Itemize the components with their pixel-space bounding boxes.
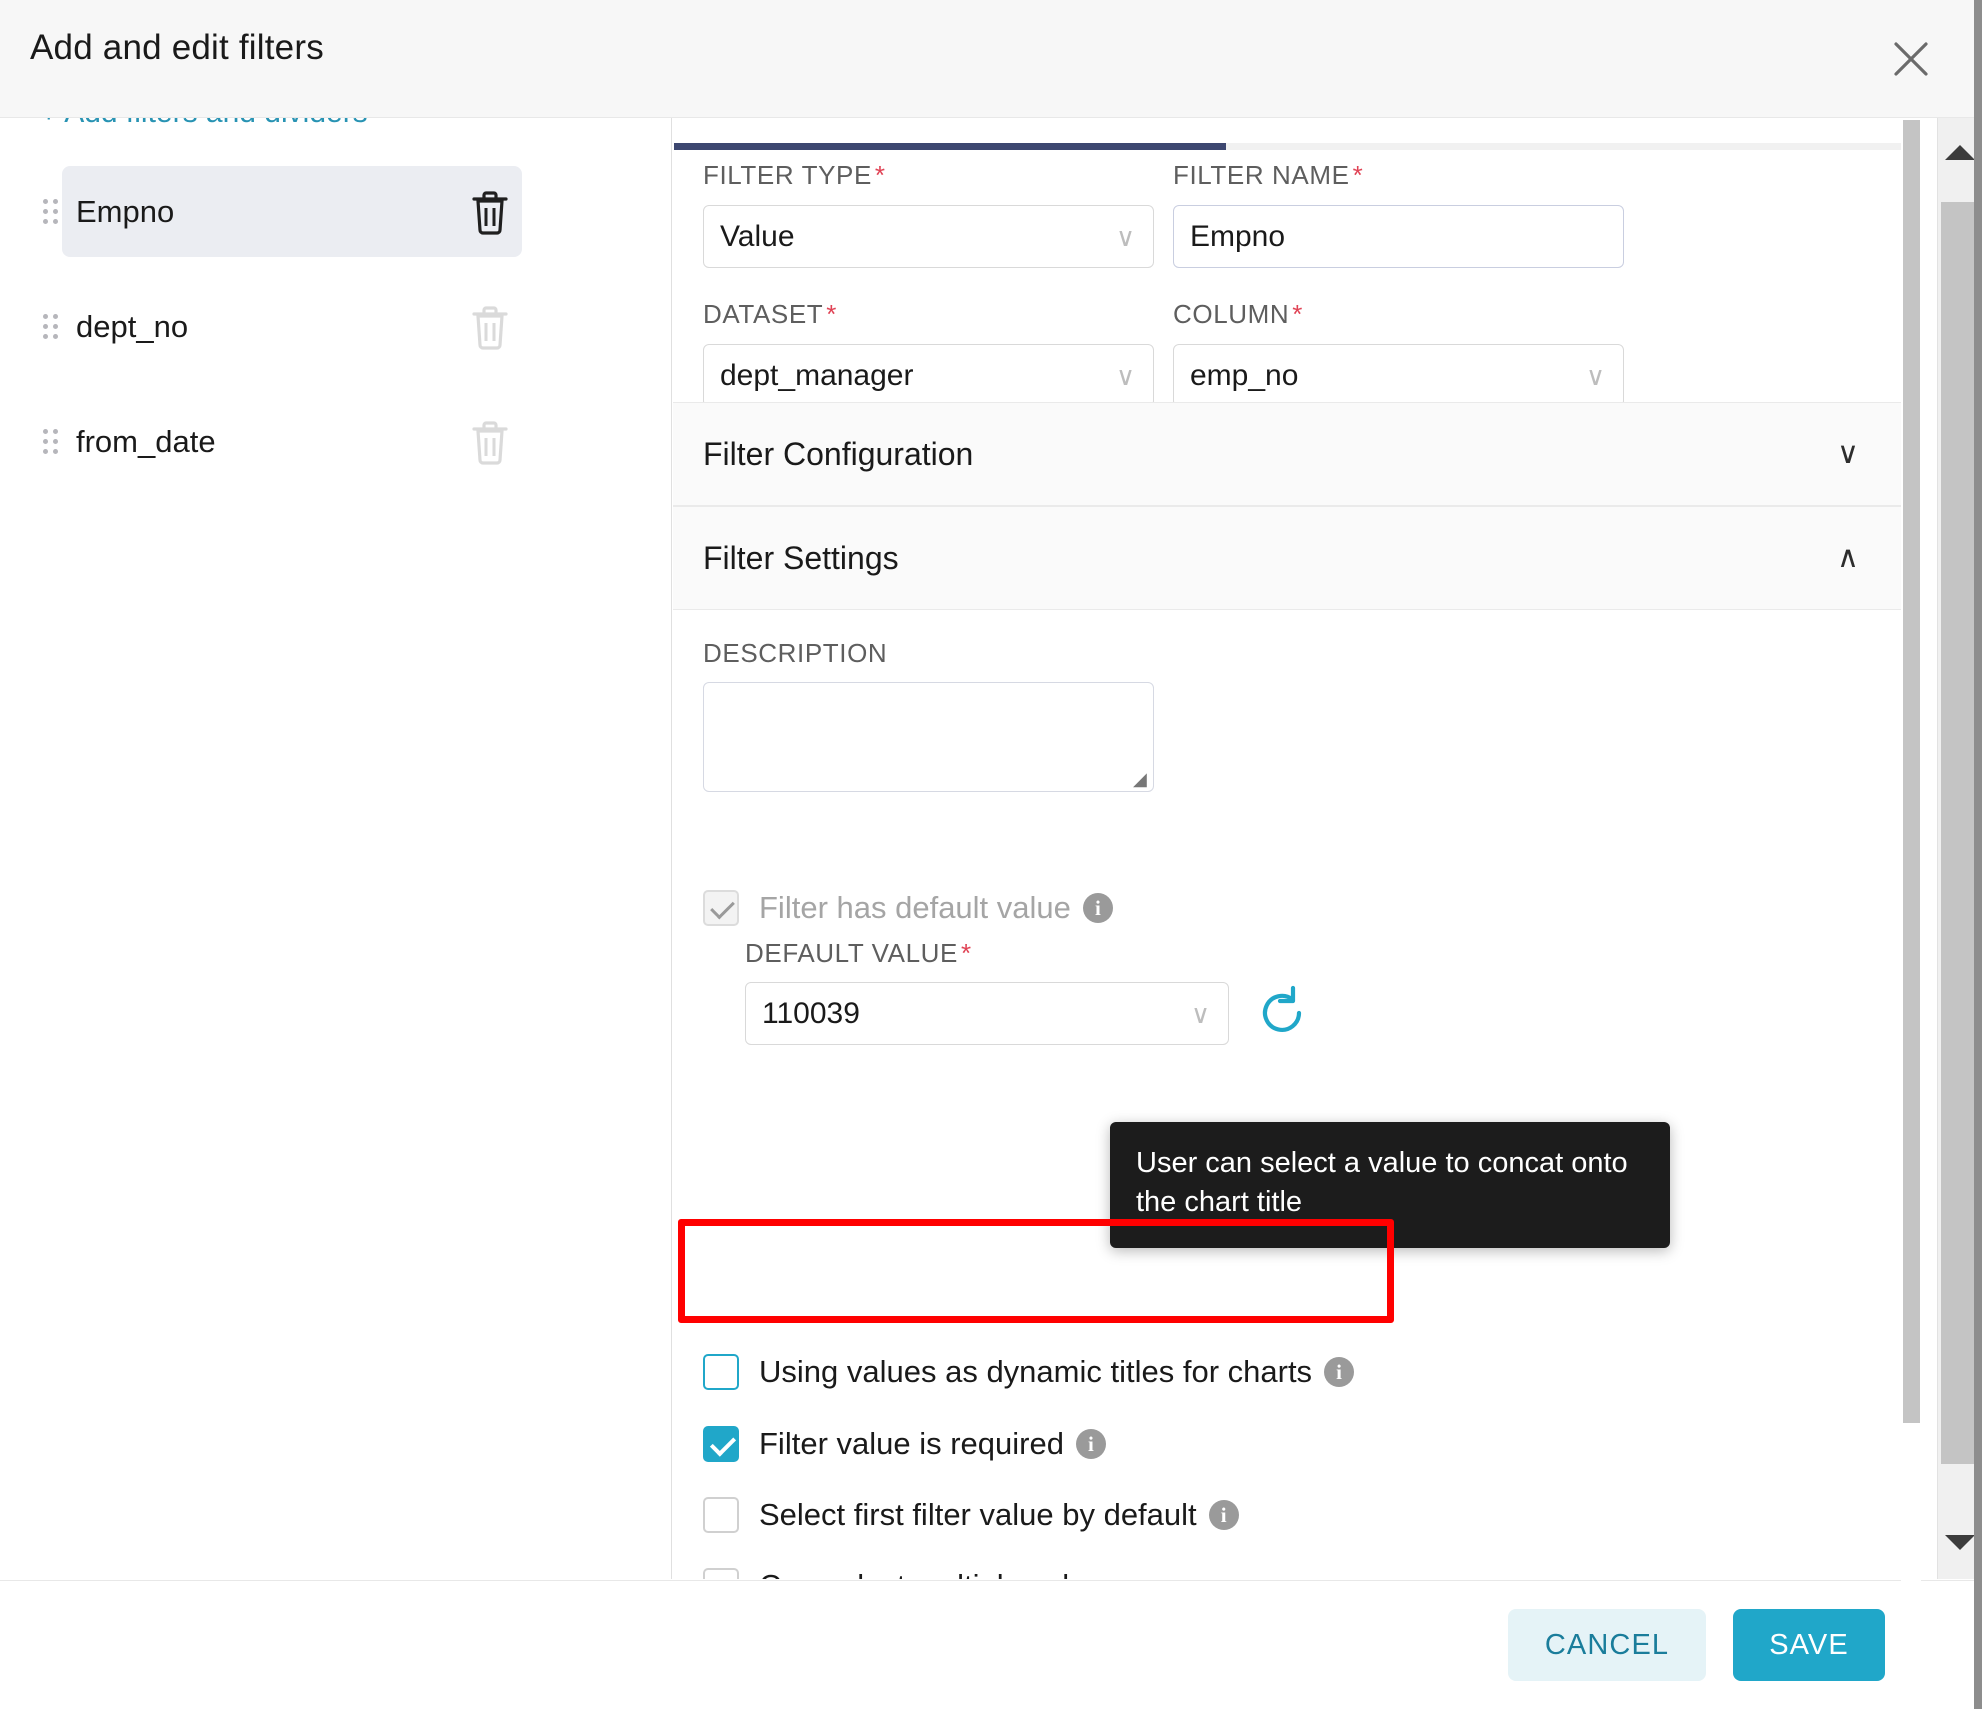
add-edit-filters-modal: Add and edit filters + Add filters and d… — [0, 0, 1982, 1709]
label-text: FILTER NAME — [1173, 160, 1350, 190]
sidebar-item-label: dept_no — [76, 308, 189, 344]
info-icon[interactable]: i — [1208, 1500, 1239, 1530]
field-label: FILTER TYPE * — [703, 160, 1154, 191]
checkbox-select-first-filter-value-by-default[interactable] — [703, 1497, 739, 1533]
checkbox-filter-has-default-value — [703, 890, 739, 926]
inner-scrollbar-thumb[interactable] — [1903, 120, 1920, 1423]
filter-name-field[interactable] — [1173, 205, 1624, 268]
sidebar-item-empno[interactable]: Empno — [0, 166, 671, 257]
drag-handle-icon[interactable] — [43, 428, 59, 455]
tooltip: User can select a value to concat onto t… — [1110, 1122, 1670, 1249]
dataset-select[interactable]: dept_manager ∨ — [703, 344, 1154, 407]
checkbox-row-filter-value-required[interactable]: Filter value is required i — [703, 1422, 1106, 1466]
resize-grip-icon[interactable]: ◢ — [1133, 770, 1149, 788]
modal-header: Add and edit filters — [0, 0, 1982, 118]
trash-icon[interactable] — [470, 419, 510, 465]
checkbox-label: Using values as dynamic titles for chart… — [759, 1354, 1313, 1389]
save-button[interactable]: SAVE — [1733, 1609, 1885, 1681]
sidebar-item-dept-no[interactable]: dept_no — [0, 281, 671, 372]
close-icon[interactable] — [1880, 28, 1942, 90]
cancel-button[interactable]: CANCEL — [1508, 1609, 1706, 1681]
panel-filter-settings[interactable]: Filter Settings ∧ — [673, 506, 1901, 610]
checkbox-row-filter-has-default-value[interactable]: Filter has default value i — [703, 886, 1113, 930]
description-label: DESCRIPTION — [703, 638, 888, 668]
checkbox-using-values-as-dynamic-titles[interactable] — [703, 1354, 739, 1390]
trash-icon[interactable] — [470, 304, 510, 350]
field-label: DATASET * — [703, 299, 1154, 330]
add-filters-and-dividers-link[interactable]: + Add filters and dividers — [40, 118, 368, 130]
label-text: FILTER TYPE — [703, 160, 872, 190]
chevron-down-icon: ∨ — [1115, 221, 1135, 252]
label-text: DATASET — [703, 299, 824, 329]
sidebar-item-label: from_date — [76, 423, 216, 459]
progress-fill — [674, 143, 1227, 150]
progress-track — [674, 143, 1901, 150]
trash-icon[interactable] — [470, 189, 510, 235]
panel-title: Filter Configuration — [703, 435, 974, 472]
checkbox-row-select-first-value[interactable]: Select first filter value by default i — [703, 1493, 1239, 1537]
checkbox-can-select-multiple-values[interactable] — [703, 1568, 739, 1579]
field-label: COLUMN * — [1173, 299, 1624, 330]
sidebar-item-from-date[interactable]: from_date — [0, 396, 671, 487]
field-label: FILTER NAME * — [1173, 160, 1624, 191]
chevron-down-icon: ∨ — [1190, 998, 1210, 1029]
info-icon[interactable]: i — [1082, 893, 1113, 923]
field-filter-name: FILTER NAME * — [1173, 160, 1624, 268]
dataset-value: dept_manager — [720, 358, 914, 392]
chevron-down-icon: ∨ — [1837, 437, 1859, 470]
required-marker: * — [960, 938, 972, 968]
required-marker: * — [1292, 299, 1303, 329]
field-column: COLUMN * emp_no ∨ — [1173, 299, 1624, 407]
window-right-edge — [1974, 0, 1982, 1709]
filter-name-input[interactable] — [1190, 219, 1607, 254]
required-marker: * — [1352, 160, 1364, 190]
column-select[interactable]: emp_no ∨ — [1173, 344, 1624, 407]
info-icon[interactable]: i — [1075, 1429, 1106, 1459]
checkbox-label: Filter value is required — [759, 1426, 1064, 1461]
required-marker: * — [826, 299, 837, 329]
filter-type-value: Value — [720, 219, 795, 253]
chevron-down-icon: ∨ — [1115, 360, 1135, 391]
chevron-up-icon: ∧ — [1837, 541, 1859, 574]
panel-title: Filter Settings — [703, 539, 899, 576]
filter-editor-pane: FILTER TYPE* Value ∨ FILTER NAME* DATASE… — [673, 118, 1901, 1579]
default-value-text: 110039 — [762, 996, 860, 1030]
drag-handle-icon[interactable] — [43, 198, 59, 225]
checkbox-label: Filter has default value — [759, 890, 1071, 925]
field-dataset: DATASET * dept_manager ∨ — [703, 299, 1154, 407]
page-title: Add and edit filters — [30, 28, 324, 67]
sidebar-item-label: Empno — [76, 193, 175, 229]
default-value-select[interactable]: 110039 ∨ — [745, 982, 1229, 1045]
modal-body: + Add filters and dividers Empno — [0, 118, 1982, 1697]
label-text: COLUMN — [1173, 299, 1290, 329]
description-textarea[interactable]: ◢ — [703, 682, 1154, 792]
filters-sidebar: + Add filters and dividers Empno — [0, 118, 672, 1579]
checkbox-label: Can select multiple values — [759, 1568, 1119, 1579]
checkbox-row-multiple-values[interactable]: Can select multiple values — [703, 1564, 1119, 1579]
panel-filter-configuration[interactable]: Filter Configuration ∨ — [673, 402, 1901, 506]
label-text: DEFAULT VALUE — [745, 938, 958, 968]
checkbox-label: Select first filter value by default — [759, 1497, 1197, 1532]
chevron-down-icon: ∨ — [1585, 360, 1605, 391]
default-value-label: DEFAULT VALUE * — [745, 938, 972, 969]
info-icon[interactable]: i — [1324, 1357, 1355, 1387]
required-marker: * — [874, 160, 886, 190]
field-filter-type: FILTER TYPE * Value ∨ — [703, 160, 1154, 268]
filter-list: Empno dept_no from_date — [0, 166, 671, 511]
checkbox-filter-value-is-required[interactable] — [703, 1426, 739, 1462]
refresh-icon[interactable] — [1253, 982, 1311, 1040]
drag-handle-icon[interactable] — [43, 313, 59, 340]
filter-type-select[interactable]: Value ∨ — [703, 205, 1154, 268]
column-value: emp_no — [1190, 358, 1299, 392]
modal-footer: CANCEL SAVE CSDN @aimmon — [0, 1580, 1982, 1709]
checkbox-row-dynamic-titles[interactable]: Using values as dynamic titles for chart… — [703, 1350, 1355, 1394]
